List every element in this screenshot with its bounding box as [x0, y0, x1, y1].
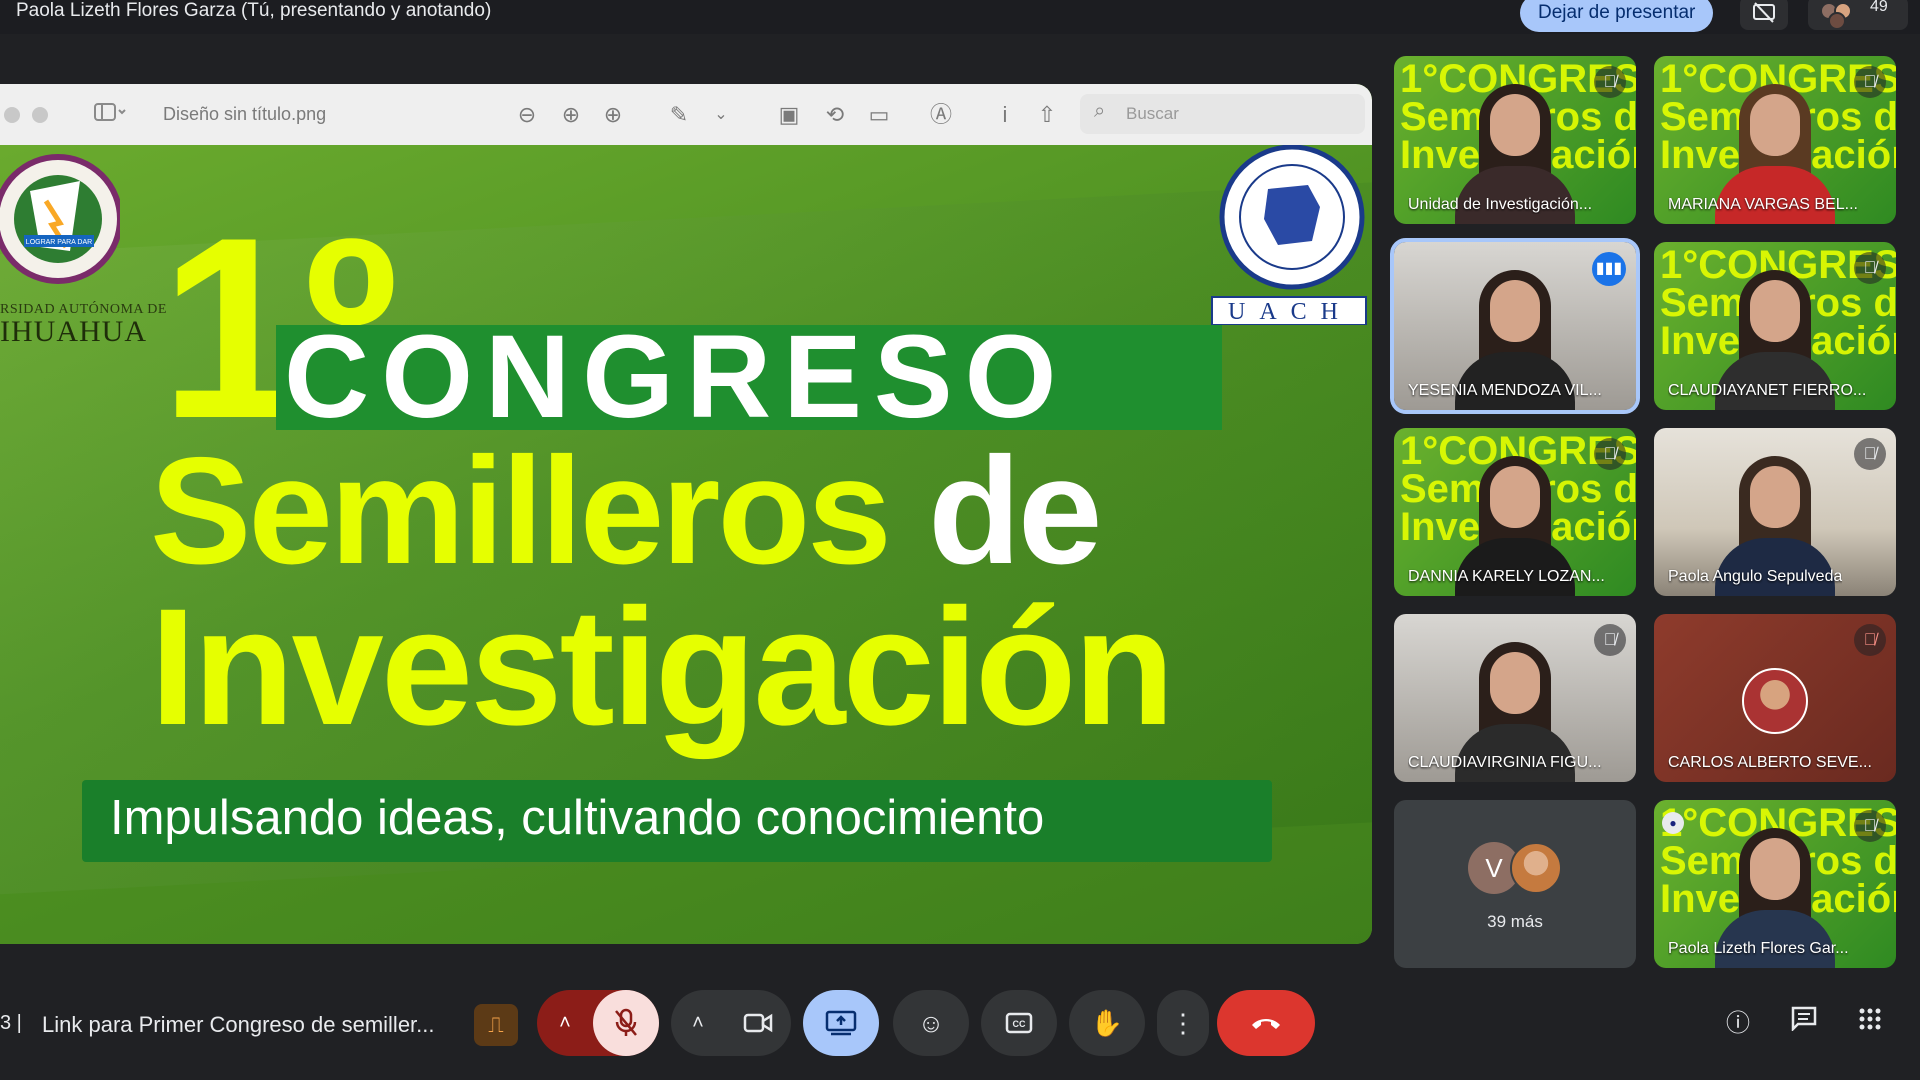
meeting-code: 3 | [0, 1012, 22, 1034]
search-field[interactable]: ⌕ Buscar [1080, 94, 1365, 134]
participant-tile[interactable]: 1°CONGRESOSemilleros deInvestigación 🎙̸ … [1394, 56, 1636, 224]
slide-congreso: CONGRESO [284, 311, 1069, 443]
participant-tile[interactable]: 🎙̸ Paola Angulo Sepulveda [1654, 428, 1896, 596]
closed-captions-icon[interactable]: CC [981, 990, 1057, 1056]
university-name-line2: IHUAHUA [0, 315, 147, 348]
window-control-dot[interactable] [4, 107, 20, 123]
mic-off-icon: 🎙̸ [1594, 624, 1626, 656]
call-end-icon[interactable] [1217, 990, 1315, 1056]
de-word: de [928, 426, 1102, 596]
semilleros-word: Semilleros [150, 426, 892, 596]
chevron-up-icon[interactable]: ˄ [537, 990, 593, 1056]
avatar [1828, 12, 1846, 30]
chevron-up-icon[interactable]: ˄ [671, 990, 725, 1056]
mic-off-button[interactable] [593, 990, 659, 1056]
avatar [1742, 668, 1808, 734]
sidebar-toggle-icon[interactable] [86, 100, 136, 130]
presentation-slide: LOGRAR PARA DAR RSIDAD AUTÓNOMA DE IHUAH… [0, 145, 1372, 944]
mic-off-icon: 🎙̸ [1854, 66, 1886, 98]
participant-name: CLAUDIAVIRGINIA FIGU... [1408, 754, 1602, 771]
logo-motto: LOGRAR PARA DAR [26, 239, 92, 246]
more-vert-icon[interactable]: ⋮ [1157, 990, 1209, 1056]
adjust-icon[interactable]: ▭ [864, 100, 894, 130]
mic-off-icon: 🎙̸ [1854, 624, 1886, 656]
search-icon: ⌕ [1094, 100, 1106, 122]
participant-tile[interactable]: 🎙̸ CARLOS ALBERTO SEVE... [1654, 614, 1896, 782]
presenter-label: Paola Lizeth Flores Garza (Tú, presentan… [16, 0, 492, 21]
participant-name: CLAUDIAYANET FIERRO... [1668, 382, 1867, 399]
video-camera-icon[interactable] [725, 990, 791, 1056]
info-icon[interactable]: ⓘ [1718, 1004, 1758, 1044]
slide-tagline: Impulsando ideas, cultivando conocimient… [110, 791, 1045, 845]
participant-name: YESENIA MENDOZA VIL... [1408, 382, 1602, 399]
slide-investigacion: Investigación [150, 575, 1175, 760]
participant-name: MARIANA VARGAS BEL... [1668, 196, 1858, 213]
window-control-dot[interactable] [32, 107, 48, 123]
faculty-seal-text: UACH [1228, 299, 1352, 325]
camera-control: ˄ [671, 990, 791, 1056]
participant-name: Paola Angulo Sepulveda [1668, 568, 1843, 585]
stop-presenting-button[interactable]: Dejar de presentar [1520, 0, 1714, 32]
self-view-tile[interactable]: 1°CONGRESOSemilleros deInvestigación ● 🎙… [1654, 800, 1896, 968]
participant-name: CARLOS ALBERTO SEVE... [1668, 754, 1872, 771]
emoji-icon[interactable]: ☺ [893, 990, 969, 1056]
participant-tile[interactable]: 1°CONGRESOSemilleros deInvestigación 🎙̸ … [1654, 242, 1896, 410]
faculty-seal-icon: UACH [1211, 145, 1367, 325]
zoom-fit-icon[interactable]: ⊕ [598, 100, 628, 130]
microphone-control: ˄ [537, 990, 659, 1056]
participant-name: Paola Lizeth Flores Gar... [1668, 940, 1849, 957]
zoom-in-icon[interactable]: ⊕ [556, 100, 586, 130]
markup-pen-icon[interactable]: ✎ [664, 100, 694, 130]
search-placeholder: Buscar [1126, 104, 1179, 123]
hide-presentation-icon[interactable] [1740, 0, 1788, 30]
apps-grid-icon[interactable] [1850, 1004, 1890, 1044]
mic-off-icon: 🎙̸ [1594, 438, 1626, 470]
participant-tile-speaking[interactable]: ▮▮▮ YESENIA MENDOZA VIL... [1390, 238, 1640, 414]
participant-tile[interactable]: 1°CONGRESOSemilleros deInvestigación 🎙̸ … [1394, 428, 1636, 596]
logo-icon: ● [1662, 812, 1684, 834]
info-icon[interactable]: i [990, 100, 1020, 130]
participant-count: 49 [1870, 0, 1888, 15]
shared-screen: Diseño sin título.png ⊖ ⊕ ⊕ ✎ ⌄ ▣ ⟲ ▭ Ⓐ … [0, 84, 1372, 944]
audio-level-icon: ▮▮▮ [1592, 252, 1626, 286]
file-title: Diseño sin título.png [163, 104, 327, 124]
mic-off-icon: 🎙̸ [1854, 810, 1886, 842]
image-viewer-toolbar: Diseño sin título.png ⊖ ⊕ ⊕ ✎ ⌄ ▣ ⟲ ▭ Ⓐ … [0, 84, 1372, 145]
raise-hand-icon[interactable]: ✋ [1069, 990, 1145, 1056]
meeting-title: Link para Primer Congreso de semiller... [42, 1012, 435, 1037]
participant-tile[interactable]: 🎙̸ CLAUDIAVIRGINIA FIGU... [1394, 614, 1636, 782]
slide-semilleros: Semilleros de [150, 435, 1102, 587]
crop-icon[interactable]: ▣ [774, 100, 804, 130]
markup-circle-icon[interactable]: Ⓐ [926, 100, 956, 130]
share-icon[interactable]: ⇧ [1032, 100, 1062, 130]
present-screen-icon[interactable] [803, 990, 879, 1056]
participant-name: DANNIA KARELY LOZAN... [1408, 568, 1605, 585]
mic-off-icon: 🎙̸ [1854, 252, 1886, 284]
mic-off-icon: 🎙̸ [1594, 66, 1626, 98]
host-controls-icon[interactable]: ⎍ [474, 1004, 518, 1046]
overflow-avatars: V [1468, 842, 1568, 898]
meet-screen: Paola Lizeth Flores Garza (Tú, presentan… [0, 0, 1920, 1080]
participants-chip[interactable]: 49 [1808, 0, 1908, 30]
chat-icon[interactable] [1784, 1004, 1824, 1044]
mic-off-icon: 🎙̸ [1854, 438, 1886, 470]
participant-name: Unidad de Investigación... [1408, 196, 1593, 213]
top-bar: Paola Lizeth Flores Garza (Tú, presentan… [0, 0, 1920, 34]
more-participants-count: 39 más [1487, 912, 1543, 931]
university-logo-icon: LOGRAR PARA DAR [0, 154, 120, 284]
avatar [1510, 842, 1562, 894]
zoom-out-icon[interactable]: ⊖ [512, 100, 542, 130]
svg-text:CC: CC [1013, 1019, 1026, 1029]
rotate-icon[interactable]: ⟲ [820, 100, 850, 130]
participant-tile[interactable]: 1°CONGRESOSemilleros deInvestigación 🎙̸ … [1654, 56, 1896, 224]
chevron-down-icon[interactable]: ⌄ [706, 100, 736, 130]
more-participants-tile[interactable]: V 39 más [1394, 800, 1636, 968]
